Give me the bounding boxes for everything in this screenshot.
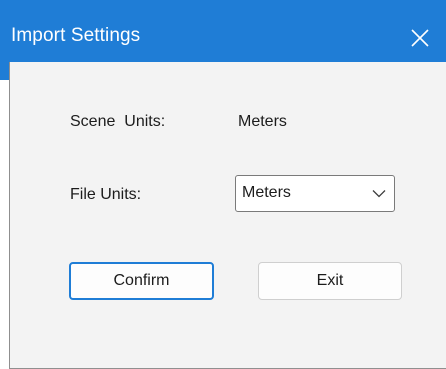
scene-units-value: Meters [238, 113, 287, 130]
exit-button[interactable]: Exit [258, 262, 402, 300]
scene-units-label: Scene Units: [70, 113, 166, 130]
window-title: Import Settings [11, 25, 141, 46]
close-button[interactable] [400, 18, 440, 58]
file-units-select[interactable]: Meters [235, 175, 395, 212]
chevron-down-icon [372, 190, 386, 198]
dialog-body: Scene Units: Meters File Units: Meters C… [9, 62, 446, 369]
close-icon [411, 29, 429, 47]
confirm-button[interactable]: Confirm [69, 262, 214, 300]
file-units-label: File Units: [70, 186, 142, 203]
file-units-selected-value: Meters [242, 184, 291, 201]
